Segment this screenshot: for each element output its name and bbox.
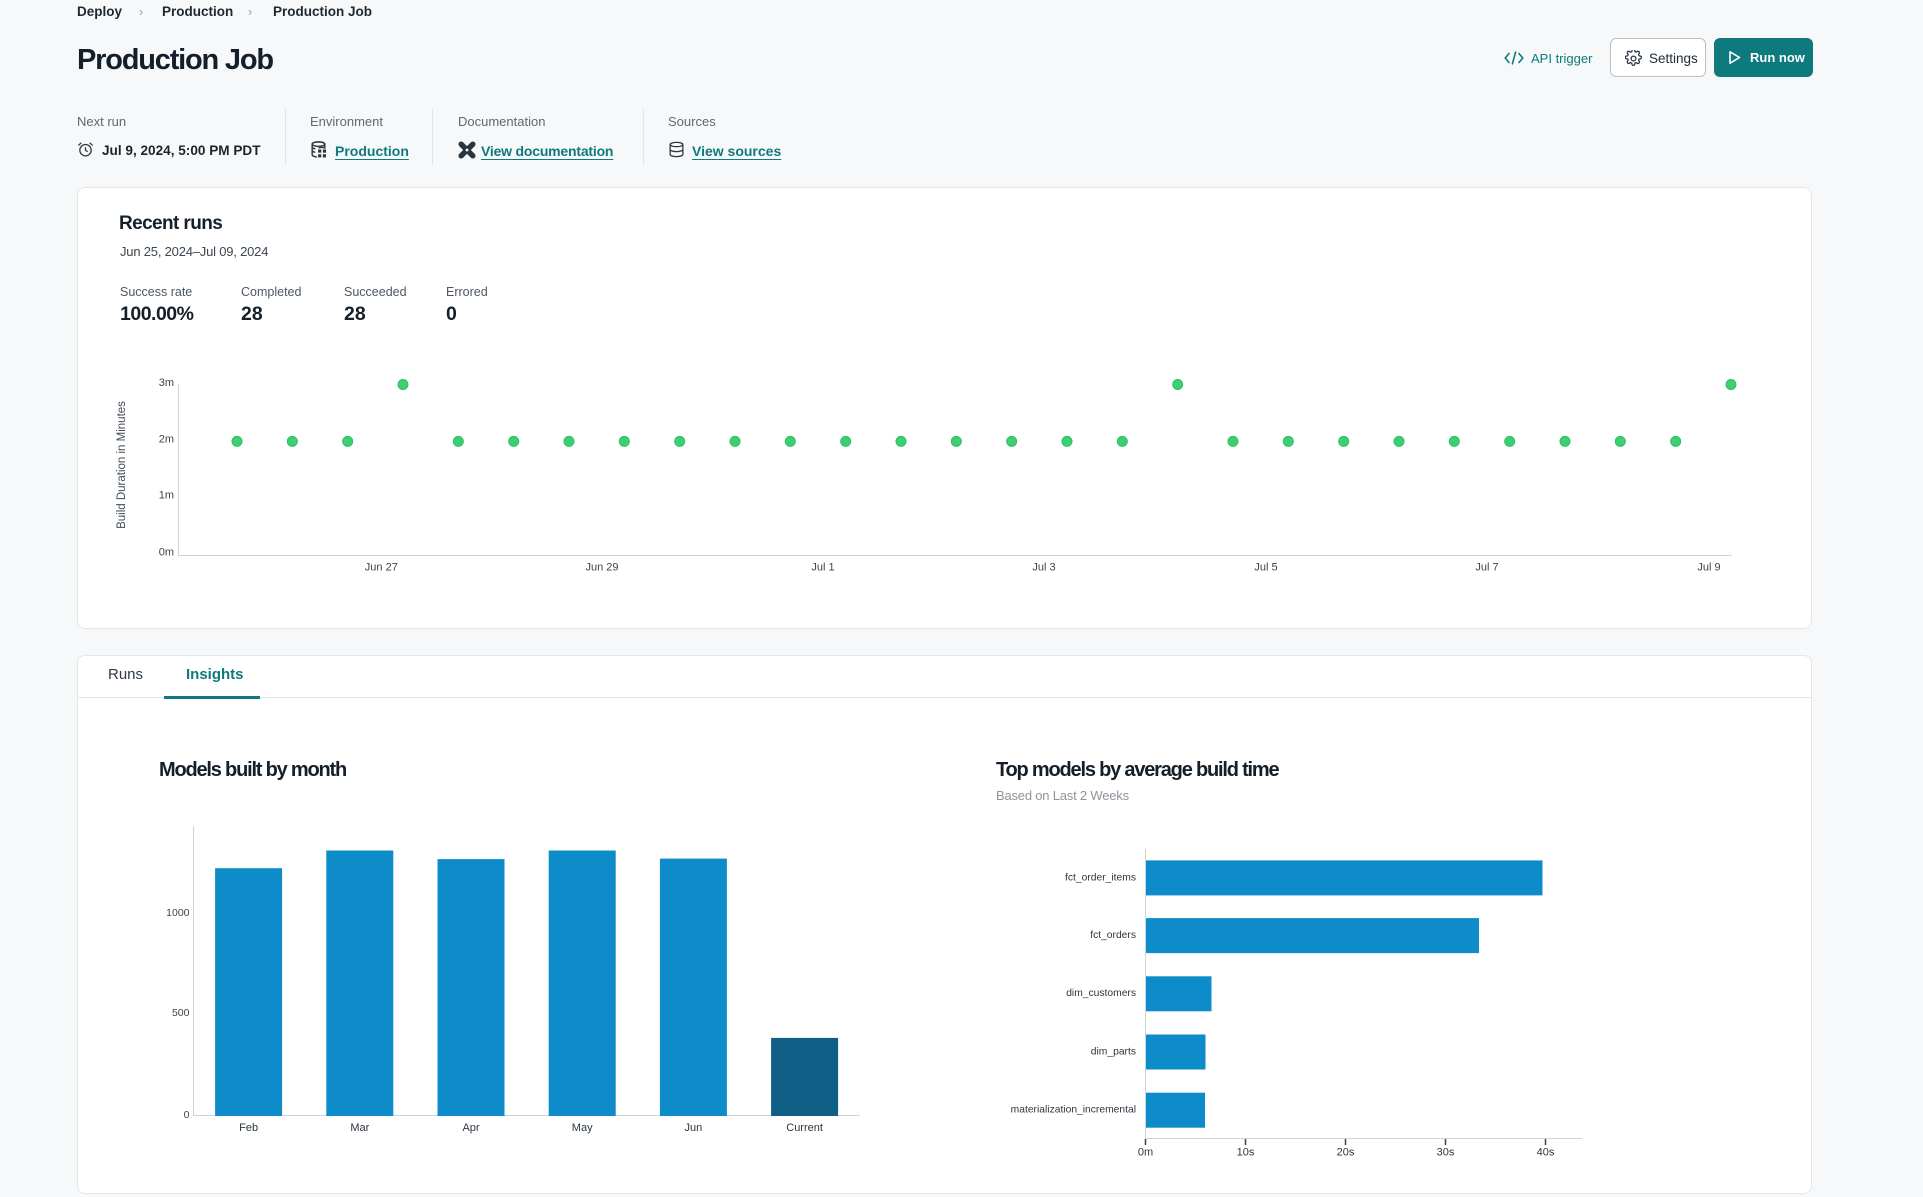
svg-text:Feb: Feb	[239, 1122, 258, 1134]
svg-text:dim_customers: dim_customers	[1066, 988, 1136, 999]
svg-text:fct_order_items: fct_order_items	[1065, 873, 1136, 884]
svg-text:Current: Current	[786, 1122, 823, 1134]
svg-text:May: May	[572, 1122, 593, 1134]
svg-text:dim_parts: dim_parts	[1091, 1046, 1136, 1057]
svg-text:materialization_incremental: materialization_incremental	[1011, 1105, 1136, 1116]
svg-text:Jul 3: Jul 3	[1032, 562, 1055, 574]
svg-text:500: 500	[172, 1007, 190, 1019]
svg-text:0m: 0m	[1138, 1146, 1153, 1158]
svg-text:Jul 7: Jul 7	[1475, 562, 1498, 574]
svg-text:Jun 27: Jun 27	[365, 562, 398, 574]
svg-text:Jul 5: Jul 5	[1254, 562, 1277, 574]
svg-text:40s: 40s	[1537, 1146, 1555, 1158]
svg-text:Apr: Apr	[462, 1122, 479, 1134]
svg-text:Jun: Jun	[685, 1122, 703, 1134]
svg-text:Mar: Mar	[350, 1122, 369, 1134]
svg-text:Build Duration in Minutes: Build Duration in Minutes	[116, 401, 128, 529]
svg-text:1m: 1m	[159, 489, 174, 501]
svg-text:10s: 10s	[1237, 1146, 1255, 1158]
svg-text:1000: 1000	[166, 907, 190, 919]
svg-text:3m: 3m	[159, 377, 174, 389]
svg-text:Jul 9: Jul 9	[1697, 562, 1720, 574]
svg-text:0m: 0m	[159, 547, 174, 559]
svg-text:Jun 29: Jun 29	[585, 562, 618, 574]
svg-text:0: 0	[184, 1109, 190, 1121]
svg-text:30s: 30s	[1437, 1146, 1455, 1158]
svg-text:fct_orders: fct_orders	[1090, 930, 1136, 941]
svg-text:Jul 1: Jul 1	[811, 562, 834, 574]
svg-text:2m: 2m	[159, 434, 174, 446]
svg-text:20s: 20s	[1337, 1146, 1355, 1158]
